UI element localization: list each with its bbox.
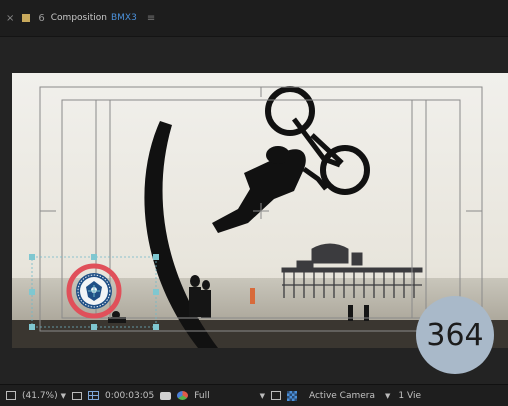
- region-of-interest-button[interactable]: [270, 391, 281, 400]
- chevron-down-icon: ▼: [385, 391, 391, 400]
- transform-handle[interactable]: [153, 289, 159, 295]
- region-of-interest-icon: [270, 391, 281, 400]
- mask-icon: [88, 391, 100, 400]
- page-number: 364: [426, 317, 484, 353]
- grid-guides-button[interactable]: [72, 391, 83, 400]
- magnification-dropdown[interactable]: (41.7%) ▼: [22, 391, 66, 401]
- resolution-dropdown[interactable]: Full ▼: [194, 391, 265, 401]
- transform-handle[interactable]: [29, 254, 35, 260]
- always-preview-toggle[interactable]: [6, 391, 16, 400]
- chevron-down-icon: ▼: [60, 391, 67, 400]
- monitor-icon: [6, 391, 16, 400]
- camera-icon: [160, 391, 172, 400]
- viewer-pasteboard-top: [0, 37, 508, 73]
- snapshot-button[interactable]: [160, 391, 172, 400]
- transform-handle[interactable]: [153, 254, 159, 260]
- current-time-display[interactable]: 0:00:03:05: [105, 391, 154, 401]
- transform-handle[interactable]: [29, 289, 35, 295]
- chevron-down-icon: ▼: [259, 391, 265, 400]
- transform-handle[interactable]: [91, 254, 97, 260]
- view-layout-label: 1 Vie: [398, 390, 421, 401]
- panel-title[interactable]: Composition: [51, 13, 107, 23]
- transform-handle[interactable]: [153, 324, 159, 330]
- color-channels-icon: [177, 391, 189, 400]
- grid-icon: [72, 391, 83, 400]
- view-layout-dropdown[interactable]: 1 Vie: [398, 391, 421, 401]
- composition-tab-bar: × 6 Composition BMX3 ≡: [0, 0, 508, 37]
- composition-name[interactable]: BMX3: [111, 13, 137, 23]
- camera-view-dropdown[interactable]: Active Camera ▼: [309, 391, 390, 401]
- toggle-mask-visibility-button[interactable]: [88, 391, 100, 400]
- panel-menu-icon[interactable]: ≡: [147, 13, 155, 24]
- transform-handle[interactable]: [29, 324, 35, 330]
- transparency-grid-icon: [286, 390, 297, 401]
- zoom-level: (41.7%): [22, 390, 58, 401]
- close-tab-icon[interactable]: ×: [6, 13, 14, 24]
- lock-icon[interactable]: 6: [38, 13, 44, 24]
- transform-handle[interactable]: [91, 324, 97, 330]
- viewer-footer-toolbar: (41.7%) ▼ 0:00:03:05 Full ▼ Active Camer…: [0, 384, 508, 406]
- transparency-grid-button[interactable]: [286, 390, 297, 401]
- beach-flag: [250, 288, 255, 304]
- show-channel-button[interactable]: [177, 391, 189, 400]
- active-camera-label: Active Camera: [308, 390, 376, 401]
- label-color-swatch[interactable]: [22, 14, 31, 22]
- resolution-value: Full: [194, 390, 210, 401]
- page-number-badge: 364: [416, 296, 494, 374]
